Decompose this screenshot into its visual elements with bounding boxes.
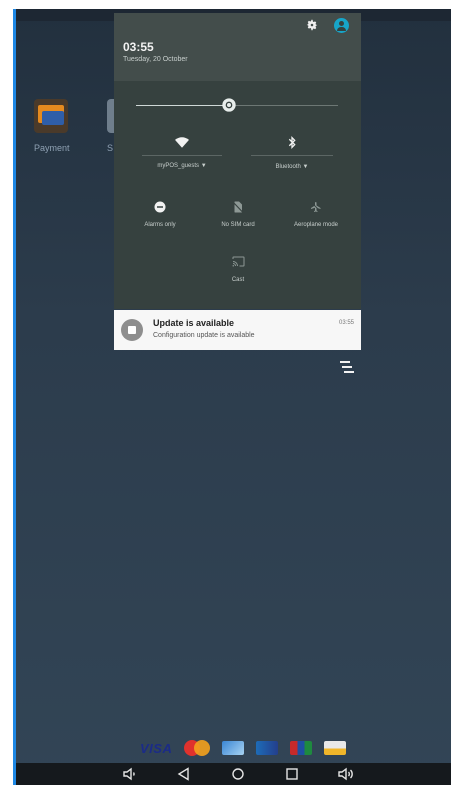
brightness-slider[interactable]: [136, 105, 338, 106]
tile-aeroplane-label: Aeroplane mode: [293, 222, 339, 228]
quick-settings-panel: 03:55 Tuesday, 20 October myPOS_guests ▼…: [114, 13, 361, 309]
payment-app-icon: [34, 99, 68, 133]
bluetooth-icon: [288, 136, 296, 149]
notification-title: Update is available: [153, 318, 235, 328]
tile-alarms-label: Alarms only: [144, 222, 176, 228]
maestro-logo: [222, 741, 245, 755]
notification-time: 03:55: [339, 320, 355, 326]
tile-bluetooth-label: Bluetooth: [275, 164, 301, 170]
notification-update[interactable]: Update is available Configuration update…: [114, 310, 361, 350]
tile-wifi[interactable]: myPOS_guests ▼: [142, 137, 222, 169]
wifi-icon: [175, 137, 189, 148]
mastercard-logo: [184, 740, 211, 756]
navigation-bar: [13, 763, 451, 785]
user-account-icon[interactable]: [334, 18, 349, 33]
update-app-icon: [121, 319, 143, 341]
home-icon[interactable]: [230, 766, 246, 782]
do-not-disturb-icon: [154, 201, 166, 213]
recents-icon[interactable]: [284, 766, 300, 782]
tile-cast[interactable]: Cast: [214, 256, 262, 283]
cast-icon: [232, 256, 244, 267]
airplane-icon: [311, 202, 321, 212]
bluetooth-dropdown-caret[interactable]: ▼: [303, 164, 309, 170]
tile-wifi-label: myPOS_guests: [157, 163, 200, 169]
notification-subtitle: Configuration update is available: [153, 332, 255, 339]
tile-aeroplane-mode[interactable]: Aeroplane mode: [286, 201, 346, 228]
brightness-slider-fill: [136, 105, 229, 106]
tile-no-sim-label: No SIM card: [221, 222, 255, 228]
app-payment[interactable]: Payment: [34, 99, 70, 153]
tile-no-sim[interactable]: No SIM card: [212, 201, 264, 228]
bancontact-logo: [324, 741, 347, 755]
clock-date: Tuesday, 20 October: [123, 56, 188, 63]
amex-logo: [256, 741, 279, 755]
tile-alarms-only[interactable]: Alarms only: [134, 201, 186, 228]
tile-bluetooth[interactable]: Bluetooth ▼: [251, 136, 333, 170]
visa-logo: VISA: [140, 740, 173, 756]
back-icon[interactable]: [176, 766, 192, 782]
clear-all-icon[interactable]: [340, 361, 356, 373]
payment-logos-strip: VISA: [140, 737, 347, 759]
volume-down-icon[interactable]: [122, 766, 138, 782]
settings-gear-icon[interactable]: [305, 18, 319, 32]
wifi-dropdown-caret[interactable]: ▼: [201, 163, 207, 169]
app-label-payment: Payment: [34, 143, 70, 153]
volume-up-icon[interactable]: [338, 766, 354, 782]
clock-time: 03:55: [123, 40, 154, 54]
brightness-icon[interactable]: [221, 97, 237, 113]
no-sim-icon: [233, 201, 243, 213]
jcb-logo: [290, 741, 313, 755]
tile-cast-label: Cast: [231, 277, 245, 283]
